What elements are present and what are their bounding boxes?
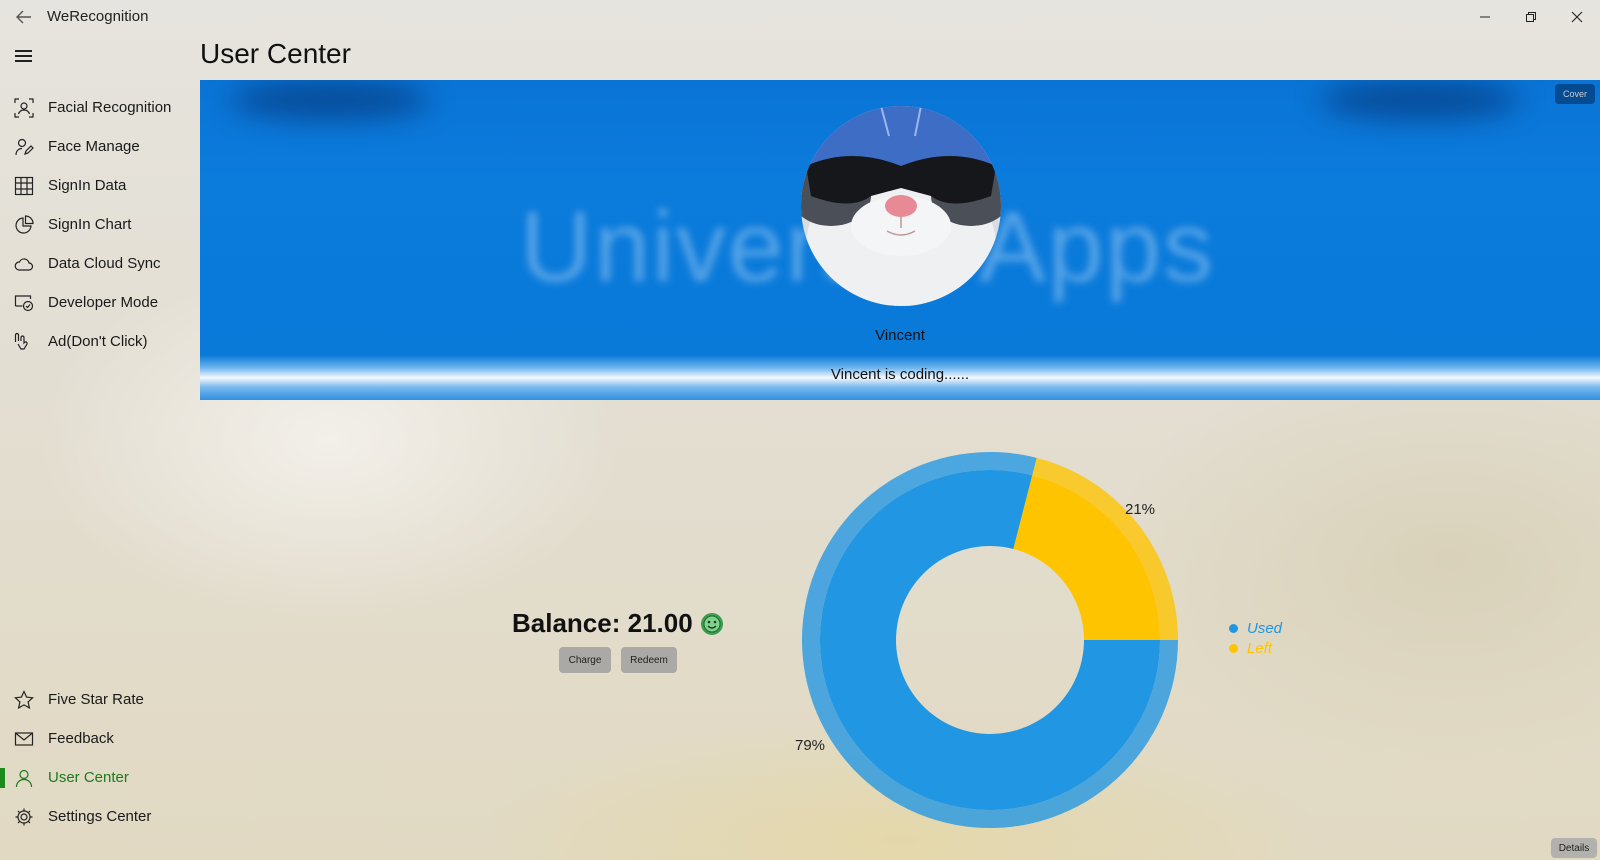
back-arrow-icon [16, 10, 31, 24]
nav-item-five-star-rate[interactable]: Five Star Rate [0, 680, 190, 720]
redeem-button[interactable]: Redeem [621, 647, 677, 673]
legend-label: Left [1247, 640, 1273, 657]
cloud-icon [14, 254, 34, 274]
gear-icon [14, 807, 34, 827]
nav-item-signin-chart[interactable]: SignIn Chart [0, 205, 190, 245]
cover-button[interactable]: Cover [1555, 84, 1595, 104]
charge-button[interactable]: Charge [559, 647, 611, 673]
grid-icon [14, 176, 34, 196]
hand-pointer-icon [14, 332, 34, 352]
nav-item-ad[interactable]: Ad(Don't Click) [0, 322, 190, 362]
nav-item-face-manage[interactable]: Face Manage [0, 127, 190, 167]
close-icon [1571, 11, 1583, 23]
page-title: User Center [200, 38, 351, 69]
legend-dot [1229, 624, 1238, 633]
hamburger-line [15, 55, 32, 57]
restore-icon [1526, 12, 1536, 22]
app-title: WeRecognition [47, 8, 149, 25]
nav-item-label: Facial Recognition [48, 99, 172, 116]
banner-shade [230, 80, 430, 120]
nav-item-signin-data[interactable]: SignIn Data [0, 166, 190, 206]
person-edit-icon [14, 137, 34, 157]
nav-item-label: Five Star Rate [48, 691, 144, 708]
nav-item-label: SignIn Chart [48, 216, 132, 233]
title-bar: WeRecognition [0, 0, 1600, 34]
active-indicator [0, 768, 5, 788]
donut-data-label: 79% [795, 737, 825, 754]
nav-item-label: Feedback [48, 730, 114, 747]
donut-chart-svg: 79% 21% [795, 452, 1178, 828]
banner-shade [1320, 80, 1520, 120]
nav-item-developer-mode[interactable]: Developer Mode [0, 283, 190, 323]
nav-item-label: Settings Center [48, 808, 152, 825]
nav-item-feedback[interactable]: Feedback [0, 719, 190, 759]
developer-icon [14, 293, 34, 313]
details-button[interactable]: Details [1551, 838, 1597, 858]
restore-button[interactable] [1508, 0, 1554, 34]
avatar-image [801, 106, 1001, 306]
user-status: Vincent is coding...... [830, 366, 970, 383]
legend-label: Used [1247, 620, 1283, 637]
hamburger-menu-button[interactable] [12, 44, 36, 68]
face-scan-icon [14, 98, 34, 118]
user-name: Vincent [875, 327, 925, 344]
nav-item-label: Ad(Don't Click) [48, 333, 148, 350]
hamburger-line [15, 50, 32, 52]
avatar[interactable] [801, 106, 1001, 306]
nav-item-label: Developer Mode [48, 294, 159, 311]
smiley-icon [700, 612, 724, 636]
donut-data-label: 21% [1125, 501, 1155, 518]
nav-item-label: SignIn Data [48, 177, 127, 194]
minimize-button[interactable] [1462, 0, 1508, 34]
nav-item-settings-center[interactable]: Settings Center [0, 797, 190, 837]
usage-donut-chart: 79% 21% [780, 440, 1220, 840]
nav-item-label: Data Cloud Sync [48, 255, 161, 272]
back-button[interactable] [10, 4, 38, 30]
nav-item-data-cloud-sync[interactable]: Data Cloud Sync [0, 244, 190, 284]
star-icon [14, 690, 34, 710]
person-icon [14, 768, 34, 788]
minimize-icon [1480, 16, 1490, 18]
balance-text: Balance: 21.00 [512, 608, 693, 638]
nav-item-label: Face Manage [48, 138, 140, 155]
profile-banner: Universal Apps Cover Vincent Vincent is … [200, 80, 1600, 400]
hamburger-line [15, 60, 32, 62]
legend-dot [1229, 644, 1238, 653]
nav-item-label: User Center [48, 769, 129, 786]
pie-chart-icon [14, 215, 34, 235]
mail-icon [14, 729, 34, 749]
nav-item-facial-recognition[interactable]: Facial Recognition [0, 88, 190, 128]
close-button[interactable] [1554, 0, 1600, 34]
nav-item-user-center[interactable]: User Center [0, 758, 190, 798]
